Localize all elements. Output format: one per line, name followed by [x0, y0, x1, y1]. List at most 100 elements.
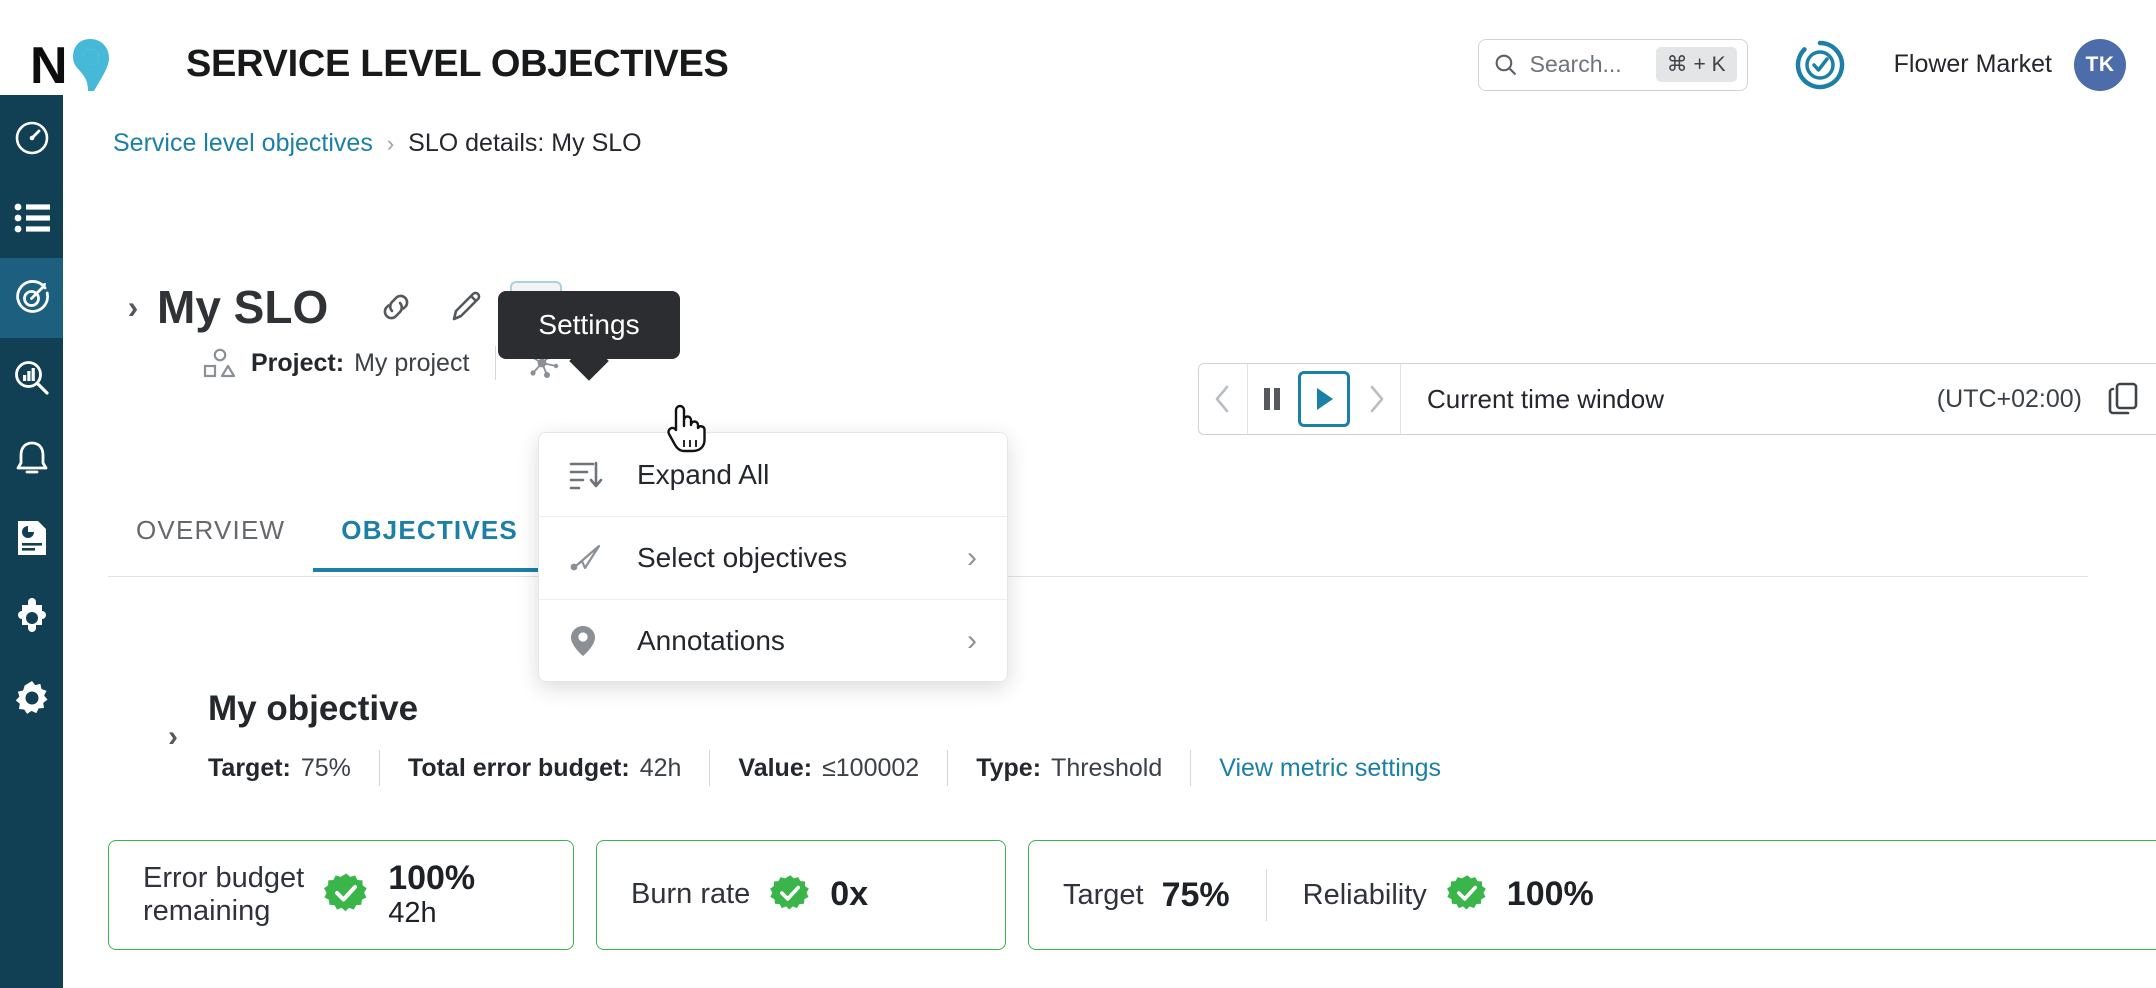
objective-meta-row: Target: 75% Total error budget: 42h Valu…	[208, 750, 1441, 786]
settings-tooltip: Settings	[498, 291, 680, 359]
menu-item-expand-all-label: Expand All	[637, 458, 770, 490]
circle-check-icon	[1795, 40, 1844, 89]
error-budget-status-badge	[324, 871, 368, 920]
expand-list-icon	[569, 459, 613, 491]
page-title: SERVICE LEVEL OBJECTIVES	[186, 43, 729, 85]
project-label: Project:	[251, 348, 345, 377]
breadcrumb-root-link[interactable]: Service level objectives	[113, 129, 373, 158]
objective-name: My objective	[208, 689, 419, 728]
breadcrumb-current: SLO details: My SLO	[408, 129, 642, 157]
time-window-prev-button[interactable]	[1199, 364, 1247, 434]
chart-search-icon	[14, 361, 49, 395]
error-budget-label-line1: Error budget	[143, 861, 305, 894]
sidebar-item-dashboard[interactable]	[0, 98, 63, 178]
pencil-icon	[452, 291, 481, 321]
chevron-right-icon	[1370, 385, 1384, 413]
sidebar-item-settings[interactable]	[0, 658, 63, 738]
n9-logo[interactable]: N	[30, 37, 140, 93]
edit-button[interactable]	[440, 281, 492, 333]
card-divider	[1265, 869, 1267, 921]
meta-divider	[495, 346, 497, 380]
map-pin-icon	[569, 624, 613, 658]
check-badge-icon	[1446, 874, 1486, 910]
link-icon	[383, 294, 409, 320]
logo-icon: N	[30, 37, 109, 93]
menu-item-expand-all[interactable]: Expand All	[539, 433, 1007, 516]
app-root: N SERVICE LEVEL OBJECTIVES Search... ⌘ +…	[0, 0, 2156, 988]
error-budget-label: Error budget remaining	[143, 862, 304, 929]
project-value: My project	[354, 348, 470, 377]
error-budget-sub: 42h	[388, 896, 437, 929]
status-check-button[interactable]	[1794, 39, 1846, 91]
header-right-group: Search... ⌘ + K Flower Market TK	[1477, 38, 2156, 91]
submenu-chevron-icon: ›	[967, 541, 977, 574]
objective-meta-divider-2	[709, 750, 711, 786]
error-budget-values: 100% 42h	[388, 859, 476, 929]
objective-value-value: ≤100002	[822, 753, 920, 782]
report-icon	[17, 521, 46, 555]
time-window-copy-button[interactable]	[2106, 381, 2140, 417]
time-window-play-button[interactable]	[1298, 371, 1350, 427]
time-window-divider-2	[1400, 364, 1401, 434]
search-icon	[1495, 54, 1516, 75]
target-reliability-card: Target 75% Reliability 100%	[1028, 840, 2156, 950]
time-window-timezone: (UTC+02:00)	[1936, 384, 2082, 413]
organization-name[interactable]: Flower Market	[1894, 50, 2052, 79]
list-icon	[14, 203, 50, 233]
sidebar-item-alerts[interactable]	[0, 418, 63, 498]
objective-target-value: 75%	[300, 753, 351, 782]
objective-target-label: Target:	[208, 753, 291, 782]
objective-type-label: Type:	[976, 753, 1042, 782]
tab-objectives[interactable]: OBJECTIVES	[313, 515, 546, 572]
search-input[interactable]: Search... ⌘ + K	[1477, 38, 1748, 91]
cursor-select-icon	[569, 543, 613, 573]
time-window-pause-button[interactable]	[1248, 364, 1296, 434]
burn-rate-value: 0x	[830, 875, 869, 914]
check-badge-icon	[324, 872, 367, 911]
sidebar-item-integrations[interactable]	[0, 578, 63, 658]
time-window-label: Current time window	[1427, 383, 1664, 414]
burn-rate-card: Burn rate 0x	[596, 840, 1006, 950]
objective-type-value: Threshold	[1051, 753, 1163, 782]
mouse-cursor	[663, 400, 709, 459]
slo-name: My SLO	[157, 281, 329, 333]
error-budget-card: Error budget remaining 100% 42h	[108, 840, 574, 950]
error-budget-label-line2: remaining	[143, 895, 271, 927]
sidebar-item-reports-explorer[interactable]	[0, 338, 63, 418]
reliability-value: 100%	[1506, 875, 1594, 914]
gear-icon	[15, 681, 47, 714]
avatar[interactable]: TK	[2074, 38, 2126, 91]
sidebar-item-reports[interactable]	[0, 498, 63, 578]
pause-icon	[1264, 388, 1280, 410]
error-budget-value: 100%	[388, 859, 476, 898]
copy-icon	[2108, 382, 2138, 415]
sidebar-item-service-level-objectives[interactable]	[0, 258, 63, 338]
menu-item-annotations[interactable]: Annotations ›	[539, 599, 1007, 682]
target-icon	[15, 280, 49, 313]
reliability-label: Reliability	[1302, 878, 1427, 911]
target-label: Target	[1063, 878, 1144, 911]
objective-error-budget-value: 42h	[639, 753, 682, 782]
objective-meta-divider-4	[1190, 750, 1192, 786]
expand-slo-chevron-icon[interactable]: ›	[113, 289, 153, 326]
copy-link-button[interactable]	[370, 281, 422, 333]
time-window-next-button[interactable]	[1352, 364, 1400, 434]
expand-objective-chevron-icon[interactable]: ›	[168, 720, 178, 754]
puzzle-icon	[17, 598, 46, 632]
target-value: 75%	[1161, 875, 1230, 914]
gauge-icon	[15, 121, 48, 155]
burn-rate-status-badge	[770, 873, 810, 918]
objective-meta-divider-3	[947, 750, 949, 786]
menu-item-select-objectives[interactable]: Select objectives ›	[539, 516, 1007, 599]
tab-overview[interactable]: OVERVIEW	[108, 515, 313, 568]
settings-dropdown-menu: Expand All Select objectives › Annotatio…	[538, 432, 1008, 682]
project-shapes-icon	[203, 348, 236, 378]
sidebar-item-service-catalog[interactable]	[0, 178, 63, 258]
stat-card-group: Error budget remaining 100% 42h Burn rat…	[108, 840, 2156, 950]
play-icon	[1317, 388, 1333, 410]
reliability-status-badge	[1446, 873, 1487, 918]
search-shortcut-badge: ⌘ + K	[1655, 47, 1737, 82]
svg-text:N: N	[30, 37, 68, 93]
view-metric-settings-link[interactable]: View metric settings	[1219, 754, 1441, 783]
check-badge-icon	[770, 874, 810, 910]
